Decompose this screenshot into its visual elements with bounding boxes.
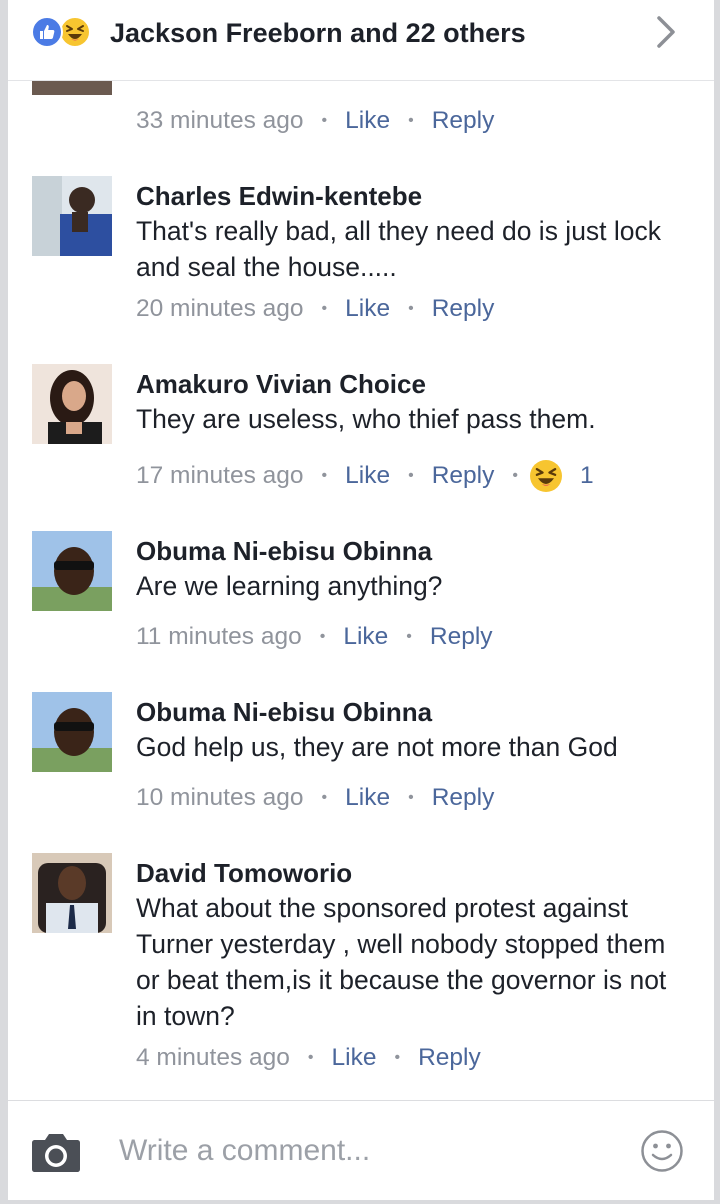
comment-time: 11 minutes ago — [136, 623, 302, 650]
haha-icon[interactable] — [529, 460, 562, 492]
reply-link[interactable]: Reply — [432, 291, 495, 327]
separator-dot: • — [321, 789, 328, 806]
comment-author[interactable]: Charles Edwin-kentebe — [136, 179, 422, 213]
like-link[interactable]: Like — [343, 619, 388, 655]
separator-dot: • — [408, 467, 414, 484]
comment-author[interactable]: Amakuro Vivian Choice — [136, 367, 426, 401]
avatar[interactable] — [32, 692, 112, 772]
like-reaction-icon — [31, 16, 63, 48]
comment-time: 10 minutes ago — [136, 784, 304, 811]
comment-author[interactable]: Obuma Ni-ebisu Obinna — [136, 695, 432, 729]
comment-meta: 4 minutes ago • Like • Reply — [136, 1040, 481, 1076]
separator-dot: • — [307, 1049, 314, 1066]
comment-meta: 33 minutes ago • Like • Reply — [136, 103, 494, 139]
reply-link[interactable]: Reply — [432, 458, 495, 494]
comment-text: That's really bad, all they need do is j… — [136, 216, 662, 282]
avatar[interactable] — [32, 176, 112, 256]
like-link[interactable]: Like — [332, 1040, 377, 1076]
comment-time: 20 minutes ago — [136, 295, 304, 322]
comment-time: 33 minutes ago — [136, 107, 304, 134]
comment-text: They are useless, who thief pass them. — [136, 404, 596, 434]
comment-time: 4 minutes ago — [136, 1044, 290, 1071]
reactions-header[interactable]: Jackson Freeborn and 22 others — [8, 0, 714, 81]
emoji-smiley-icon[interactable] — [640, 1129, 684, 1173]
like-link[interactable]: Like — [345, 103, 390, 139]
comment-meta: 20 minutes ago • Like • Reply — [136, 291, 494, 327]
comment-item: Charles Edwin-kentebe That's really bad,… — [8, 173, 714, 333]
avatar[interactable] — [32, 364, 112, 444]
comment-item: Obuma Ni-ebisu Obinna God help us, they … — [8, 689, 714, 819]
comment-item: Amakuro Vivian Choice They are useless, … — [8, 361, 714, 501]
comment-author[interactable]: Obuma Ni-ebisu Obinna — [136, 534, 432, 568]
reply-link[interactable]: Reply — [418, 1040, 481, 1076]
avatar[interactable] — [32, 81, 112, 95]
frame-right-edge — [714, 0, 720, 1204]
comment-item: 33 minutes ago • Like • Reply — [8, 81, 714, 161]
separator-dot: • — [321, 112, 328, 129]
frame-left-edge — [0, 0, 8, 1204]
avatar[interactable] — [32, 531, 112, 611]
comment-text: What about the sponsored protest against… — [136, 893, 667, 1031]
separator-dot: • — [408, 789, 414, 806]
comment-meta: 17 minutes ago • Like • Reply • 1 — [136, 458, 594, 494]
comment-text: God help us, they are not more than God — [136, 732, 618, 762]
reply-link[interactable]: Reply — [432, 780, 495, 816]
chevron-right-icon[interactable] — [652, 14, 680, 50]
like-link[interactable]: Like — [345, 780, 390, 816]
separator-dot: • — [319, 628, 326, 645]
reply-link[interactable]: Reply — [432, 103, 495, 139]
comment-meta: 10 minutes ago • Like • Reply — [136, 780, 494, 816]
comment-time: 17 minutes ago — [136, 462, 304, 489]
comments-list[interactable]: 33 minutes ago • Like • Reply Charles Edwin-… — [8, 81, 714, 1099]
comment-text: Are we learning anything? — [136, 571, 443, 601]
comment-item: David Tomoworio What about the sponsored… — [8, 850, 714, 1090]
comment-item: Obuma Ni-ebisu Obinna Are we learning an… — [8, 528, 714, 658]
reaction-summary[interactable] — [31, 16, 103, 48]
haha-reaction-icon — [59, 16, 91, 48]
separator-dot: • — [406, 628, 412, 645]
separator-dot: • — [408, 112, 414, 129]
comment-input[interactable] — [119, 1127, 619, 1175]
comment-author[interactable]: David Tomoworio — [136, 856, 352, 890]
reply-link[interactable]: Reply — [430, 619, 493, 655]
comment-composer — [8, 1100, 714, 1201]
like-link[interactable]: Like — [345, 291, 390, 327]
separator-dot: • — [321, 467, 328, 484]
separator-dot: • — [321, 300, 328, 317]
frame-bottom-edge — [0, 1200, 720, 1204]
separator-dot: • — [408, 300, 414, 317]
avatar[interactable] — [32, 853, 112, 933]
like-link[interactable]: Like — [345, 458, 390, 494]
comment-meta: 11 minutes ago • Like • Reply — [136, 619, 493, 655]
separator-dot: • — [394, 1049, 401, 1066]
reactors-title[interactable]: Jackson Freeborn and 22 others — [110, 16, 526, 50]
camera-icon[interactable] — [31, 1131, 81, 1173]
reaction-count[interactable]: 1 — [580, 458, 594, 494]
